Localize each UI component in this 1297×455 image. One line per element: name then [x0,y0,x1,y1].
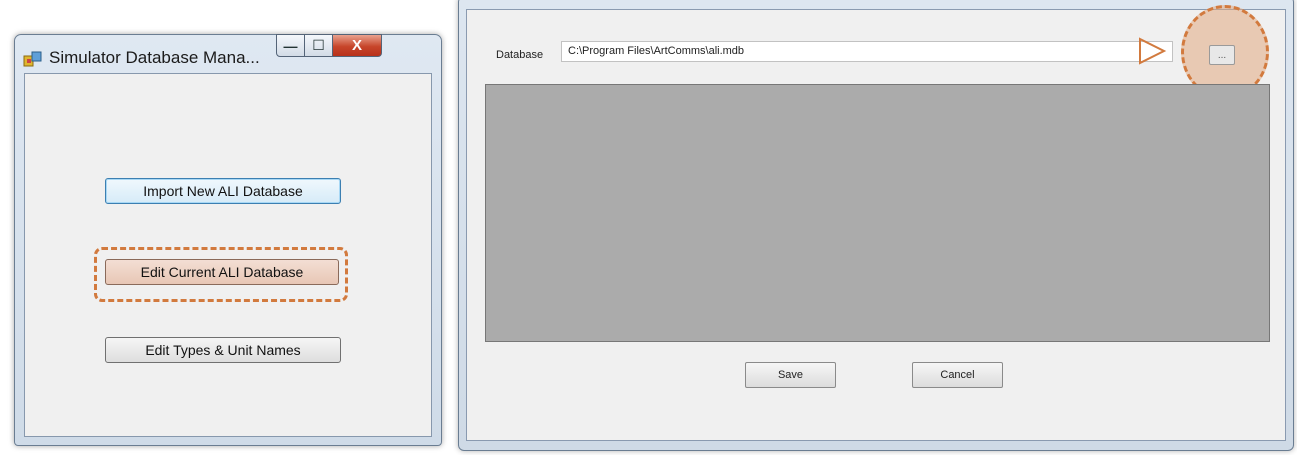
maximize-icon: ☐ [312,37,325,53]
window-title: Simulator Database Mana... [49,48,260,67]
import-database-button[interactable]: Import New ALI Database [105,178,341,204]
edit-types-unit-names-button[interactable]: Edit Types & Unit Names [105,337,341,363]
data-grid[interactable] [485,84,1270,342]
database-manager-window: Simulator Database Mana... — ☐ X Import … [14,34,442,446]
play-arrow-icon [1139,37,1167,65]
browse-button[interactable]: ... [1209,45,1235,65]
edit-database-window: Database C:\Program Files\ArtComms\ali.m… [458,0,1294,451]
close-icon: X [351,37,362,54]
database-label: Database [496,49,544,61]
database-path-field[interactable]: C:\Program Files\ArtComms\ali.mdb [561,41,1173,62]
save-button[interactable]: Save [745,362,836,388]
edit-current-database-button[interactable]: Edit Current ALI Database [105,259,339,285]
minimize-icon: — [283,37,298,54]
window-client-area: Import New ALI Database Edit Current ALI… [24,73,432,437]
app-icon [23,51,42,67]
maximize-button[interactable]: ☐ [304,34,333,57]
minimize-button[interactable]: — [276,34,305,57]
close-button[interactable]: X [332,34,382,57]
cancel-button[interactable]: Cancel [912,362,1003,388]
